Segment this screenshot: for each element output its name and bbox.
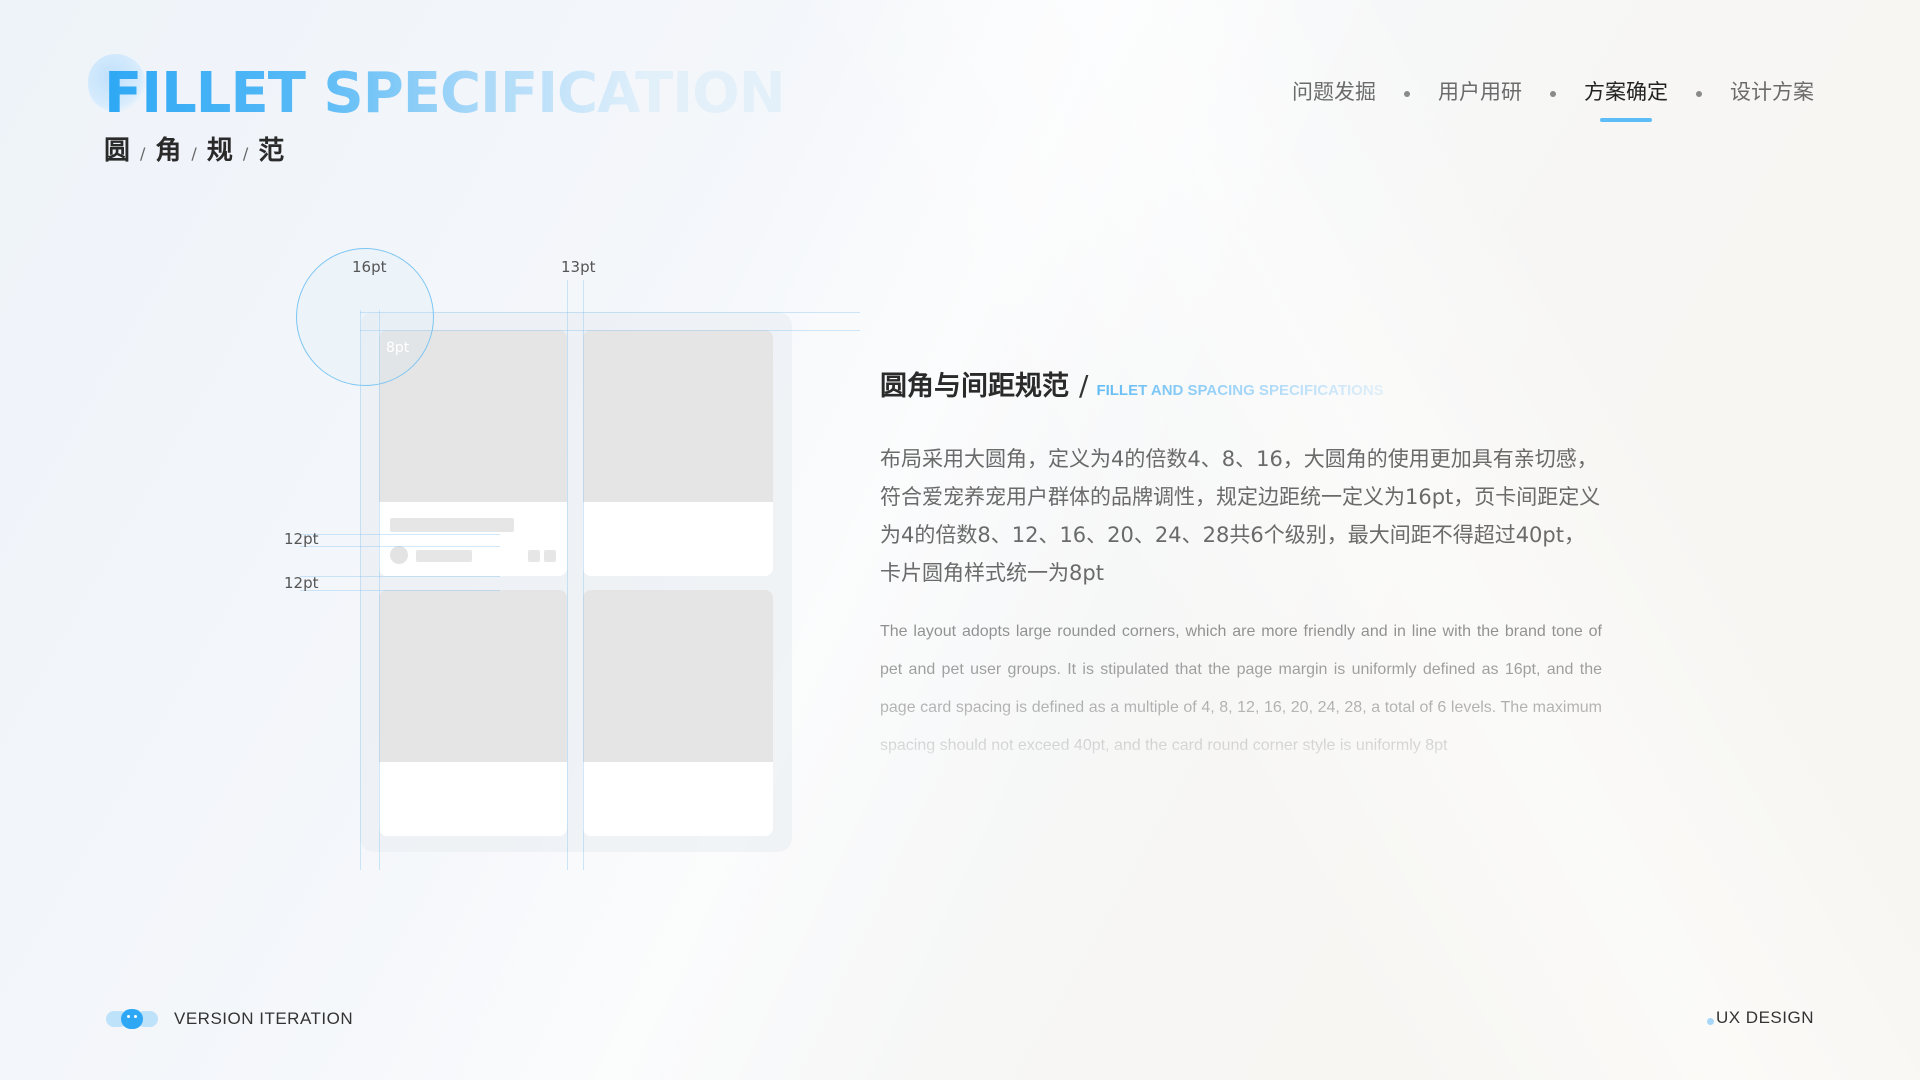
label-gap-top: 13pt [561,258,596,276]
title-zh-separator: / [191,144,197,163]
card-body-top-left [379,502,567,576]
nav-item-user-research[interactable]: 用户用研 [1438,76,1522,112]
title-placeholder [390,518,514,532]
guide-line-vertical [567,280,568,870]
guide-line-horizontal [360,312,860,313]
card-body-bottom-left [379,762,567,836]
fillet-spacing-diagram: 16pt 13pt 8pt 12pt 12pt [270,240,860,880]
nav-item-problem-discovery[interactable]: 问题发掘 [1292,76,1376,112]
page-title-en: FILLET SPECIFICATION [104,61,786,126]
title-zh-char: 角 [155,136,182,166]
guide-line-horizontal [300,534,500,535]
section-title-slash: / [1079,369,1089,402]
title-zh-separator: / [140,144,146,163]
card-image-top-right [583,330,773,502]
dot-icon [1706,1017,1714,1025]
guide-line-horizontal [300,590,500,591]
label-corner-inner: 8pt [386,340,410,356]
title-zh-char: 范 [258,136,285,166]
footer-left: VERSION ITERATION [106,1008,353,1030]
card-image-bottom-left [379,590,567,762]
guide-line-horizontal [300,546,500,547]
nav-separator-dot [1696,91,1702,97]
guide-line-vertical [583,280,584,870]
label-corner-outer: 16pt [352,258,387,276]
cat-logo-icon [106,1008,158,1030]
card-body-bottom-right [583,762,773,836]
nav-separator-dot [1550,91,1556,97]
name-placeholder [416,550,472,562]
page-title-zh: 圆 / 角 / 规 / 范 [104,130,284,167]
footer-ux-design: UX DESIGN [1715,1008,1814,1027]
title-zh-char: 规 [206,136,233,166]
label-spacing: 12pt [284,574,319,592]
description-zh: 布局采用大圆角，定义为4的倍数4、8、16，大圆角的使用更加具有亲切感，符合爱宠… [880,447,1601,585]
nav-item-solution-confirmed[interactable]: 方案确定 [1584,76,1668,122]
section-heading: 圆角与间距规范 / FILLET AND SPACING SPECIFICATI… [880,364,1384,403]
label-spacing: 12pt [284,530,319,548]
section-title-en: FILLET AND SPACING SPECIFICATIONS [1096,382,1384,399]
icon-placeholder [528,550,540,562]
section-title-zh: 圆角与间距规范 [880,371,1069,402]
card-body-top-right [583,502,773,576]
description-en: The layout adopts large rounded corners,… [880,613,1602,765]
top-nav: 问题发掘 用户用研 方案确定 设计方案 [1292,76,1814,122]
card-image-bottom-right [583,590,773,762]
footer-version-iteration: VERSION ITERATION [174,1009,354,1028]
title-zh-separator: / [242,144,249,163]
guide-line-horizontal [300,576,500,577]
title-zh-char: 圆 [104,136,131,166]
footer-right: UX DESIGN [1706,1008,1814,1028]
nav-separator-dot [1404,91,1410,97]
icon-placeholder [544,550,556,562]
avatar-placeholder [390,546,408,564]
nav-item-design-plan[interactable]: 设计方案 [1730,76,1814,112]
guide-line-horizontal [360,330,860,331]
